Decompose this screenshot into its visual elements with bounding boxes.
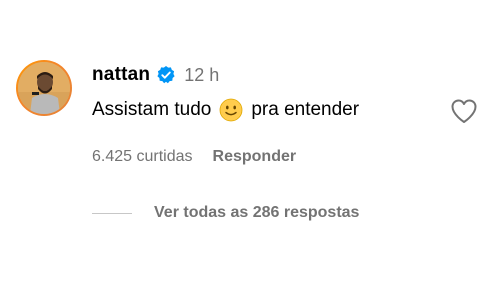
view-replies[interactable]: Ver todas as 286 respostas — [92, 202, 359, 224]
comment-header: nattan 12 h — [92, 63, 219, 87]
comment-text-part-1: Assistam tudo — [92, 99, 212, 120]
avatar[interactable] — [16, 60, 72, 116]
comment-meta: 6.425 curtidas Responder — [92, 146, 296, 168]
timestamp: 12 h — [184, 64, 220, 85]
avatar-photo — [18, 62, 70, 114]
likes-count[interactable]: 6.425 curtidas — [92, 148, 193, 166]
replies-divider — [92, 212, 132, 214]
view-replies-button[interactable]: Ver todas as 286 respostas — [154, 204, 359, 222]
reply-button[interactable]: Responder — [213, 148, 297, 166]
comment-text: Assistam tudo pra entender — [92, 96, 359, 124]
comment-text-part-2: pra entender — [251, 99, 360, 120]
slightly-smiling-face-emoji-icon — [219, 98, 243, 122]
username[interactable]: nattan — [92, 64, 150, 86]
comment-block: nattan 12 h Assistam tudo pra entender 6… — [0, 0, 500, 282]
verified-badge-icon — [156, 65, 176, 85]
heart-icon[interactable] — [450, 98, 478, 124]
